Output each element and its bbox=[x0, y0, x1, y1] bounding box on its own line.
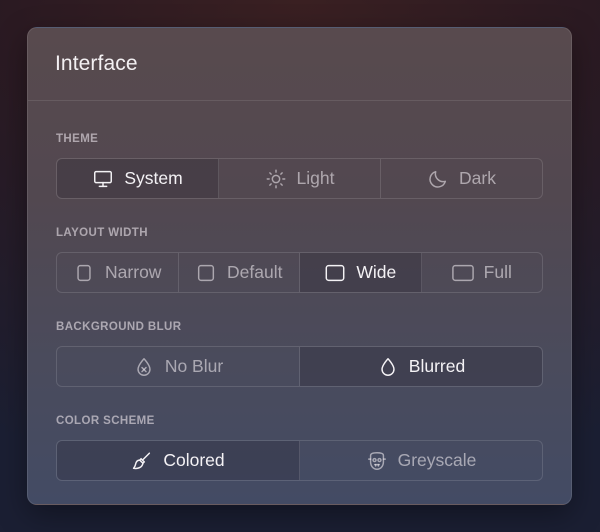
moon-icon bbox=[427, 168, 449, 190]
theme-segmented-control: System Light Dark bbox=[56, 158, 543, 199]
layout-width-section: LAYOUT WIDTH Narrow Default Wide Full bbox=[28, 226, 571, 293]
brush-icon bbox=[131, 450, 153, 472]
background-blur-section: BACKGROUND BLUR No Blur Blurred bbox=[28, 320, 571, 387]
blur-option-label: No Blur bbox=[164, 356, 224, 376]
theme-option-system[interactable]: System bbox=[57, 159, 219, 198]
checkbox-icon bbox=[324, 262, 346, 284]
checkbox-icon bbox=[73, 262, 95, 284]
color-scheme-label: COLOR SCHEME bbox=[56, 415, 155, 427]
layout-width-segmented-control: Narrow Default Wide Full bbox=[56, 252, 543, 293]
layout-option-full[interactable]: Full bbox=[422, 253, 543, 292]
blur-option-label: Blurred bbox=[408, 356, 466, 376]
checkbox-icon bbox=[451, 262, 474, 284]
layout-option-wide[interactable]: Wide bbox=[300, 253, 422, 292]
panel-header: Interface bbox=[28, 28, 571, 101]
panel-title: Interface bbox=[55, 52, 138, 75]
layout-width-label: LAYOUT WIDTH bbox=[56, 227, 148, 239]
layout-option-label: Full bbox=[483, 262, 512, 282]
layout-option-narrow[interactable]: Narrow bbox=[57, 253, 179, 292]
sun-icon bbox=[265, 168, 287, 190]
background-blur-label: BACKGROUND BLUR bbox=[56, 321, 182, 333]
color-option-greyscale[interactable]: Greyscale bbox=[300, 441, 542, 480]
layout-option-default[interactable]: Default bbox=[179, 253, 300, 292]
interface-settings-panel: Interface THEME System Light Dark LAYOUT… bbox=[27, 27, 572, 505]
theme-option-light[interactable]: Light bbox=[219, 159, 381, 198]
drop-icon bbox=[377, 356, 399, 378]
color-scheme-section: COLOR SCHEME Colored Greyscale bbox=[28, 414, 571, 481]
layout-option-label: Narrow bbox=[105, 262, 162, 282]
theme-option-label: Dark bbox=[459, 168, 496, 188]
theme-option-label: Light bbox=[296, 168, 335, 188]
blur-option-none[interactable]: No Blur bbox=[57, 347, 300, 386]
drop-off-icon bbox=[133, 356, 155, 378]
color-scheme-segmented-control: Colored Greyscale bbox=[56, 440, 543, 481]
monitor-icon bbox=[92, 168, 114, 190]
theme-label: THEME bbox=[56, 133, 99, 145]
theme-option-label: System bbox=[124, 168, 183, 188]
layout-option-label: Default bbox=[227, 262, 283, 282]
theme-section: THEME System Light Dark bbox=[28, 132, 571, 199]
blur-option-blurred[interactable]: Blurred bbox=[300, 347, 542, 386]
checkbox-icon bbox=[195, 262, 217, 284]
color-option-colored[interactable]: Colored bbox=[57, 441, 300, 480]
theme-option-dark[interactable]: Dark bbox=[381, 159, 542, 198]
color-option-label: Greyscale bbox=[397, 450, 477, 470]
color-option-label: Colored bbox=[163, 450, 225, 470]
layout-option-label: Wide bbox=[356, 262, 397, 282]
background-blur-segmented-control: No Blur Blurred bbox=[56, 346, 543, 387]
mask-icon bbox=[366, 450, 388, 472]
